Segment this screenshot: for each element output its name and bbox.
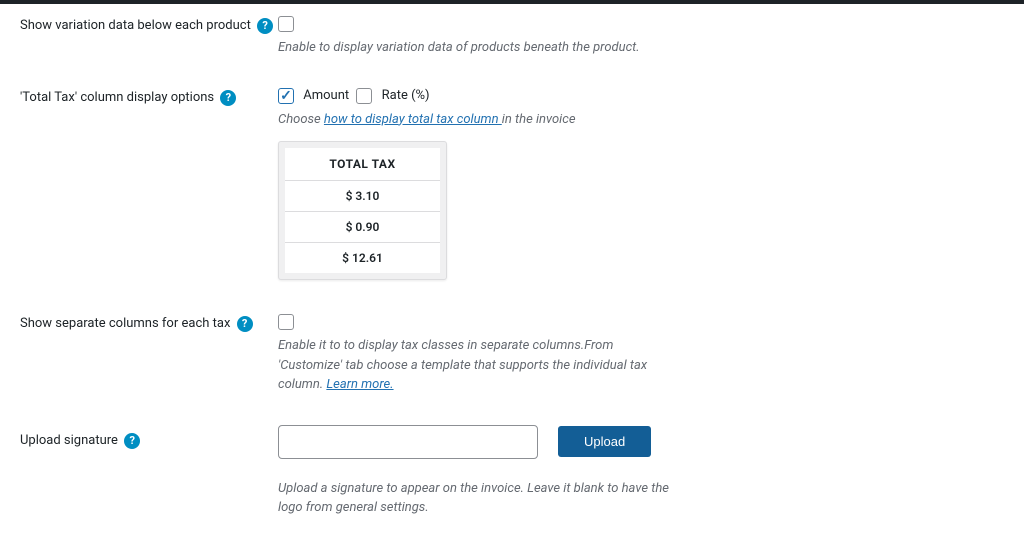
total-tax-desc-suffix: in the invoice [502,112,576,127]
total-tax-desc-link[interactable]: how to display total tax column [324,112,502,127]
separate-columns-checkbox[interactable] [278,314,294,330]
preview-header: TOTAL TAX [285,148,440,181]
table-row: $ 12.61 [285,243,440,274]
setting-row-total-tax: 'Total Tax' column display options ? ✓ A… [20,88,1004,281]
table-row: $ 3.10 [285,181,440,212]
total-tax-desc: Choose how to display total tax column i… [278,110,1004,130]
learn-more-link[interactable]: Learn more. [326,377,393,392]
help-icon[interactable]: ? [220,90,236,106]
total-tax-preview: TOTAL TAX $ 3.10 $ 0.90 $ 12.61 [278,141,447,280]
rate-checkbox-label: Rate (%) [382,88,430,103]
help-icon[interactable]: ? [237,316,253,332]
variation-data-label: Show variation data below each product [20,18,251,33]
total-tax-label: 'Total Tax' column display options [20,90,214,105]
setting-row-separate-columns: Show separate columns for each tax ? Ena… [20,314,1004,395]
preview-cell: $ 3.10 [285,181,440,212]
preview-cell: $ 0.90 [285,212,440,243]
check-icon: ✓ [280,89,292,103]
help-icon[interactable]: ? [257,18,273,34]
setting-row-variation-data: Show variation data below each product ?… [20,16,1004,58]
signature-input[interactable] [278,425,538,459]
setting-row-upload-signature: Upload signature ? Upload Upload a signa… [20,425,1004,518]
total-tax-desc-prefix: Choose [278,112,324,127]
separate-columns-label: Show separate columns for each tax [20,316,230,331]
rate-checkbox[interactable] [356,88,372,104]
signature-desc: Upload a signature to appear on the invo… [278,479,678,518]
separate-columns-desc: Enable it to to display tax classes in s… [278,336,678,395]
upload-signature-button[interactable]: Upload [558,426,651,457]
help-icon[interactable]: ? [124,433,140,449]
upload-signature-label: Upload signature [20,433,118,448]
preview-cell: $ 12.61 [285,243,440,274]
table-row: $ 0.90 [285,212,440,243]
amount-checkbox[interactable]: ✓ [278,88,294,104]
amount-checkbox-label: Amount [303,88,349,103]
variation-data-checkbox[interactable] [278,16,294,32]
variation-data-desc: Enable to display variation data of prod… [278,38,1004,58]
